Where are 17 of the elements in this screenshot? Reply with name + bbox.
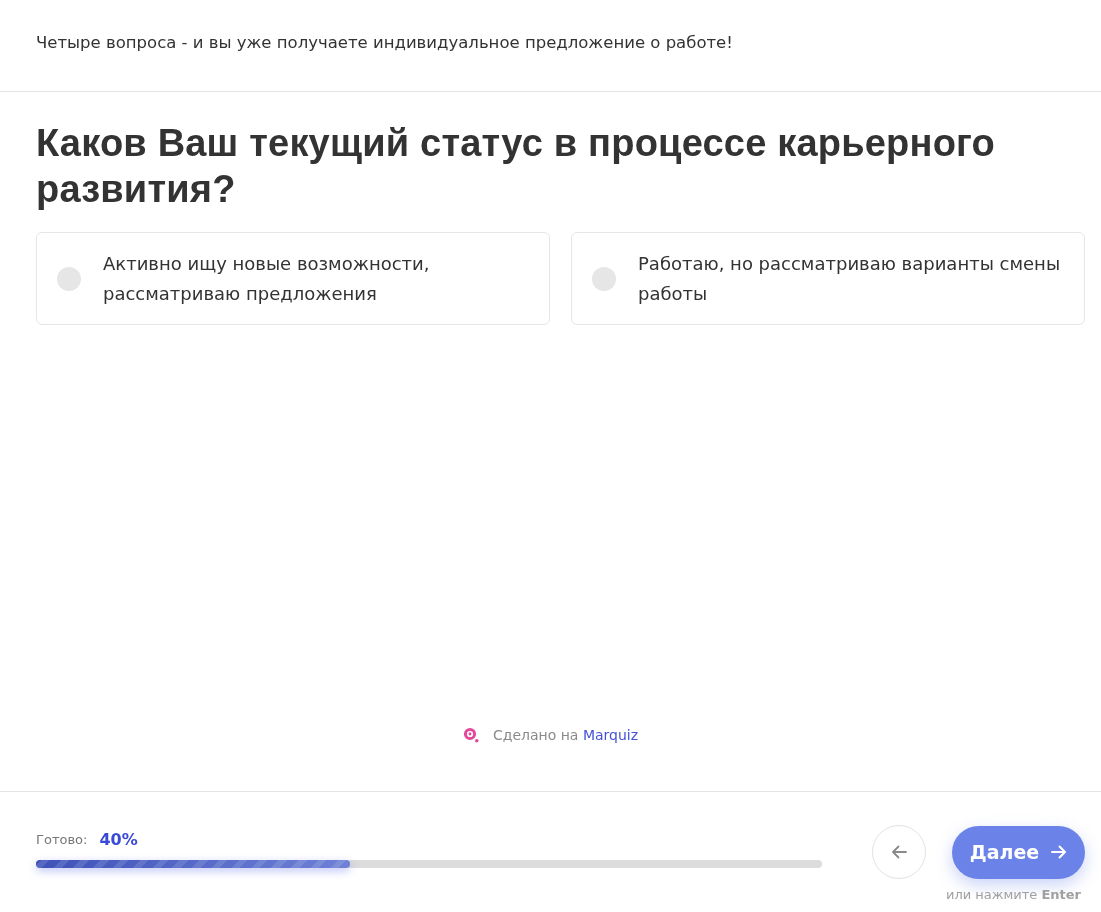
intro-text: Четыре вопроса - и вы уже получаете индивидуальное предложение о работе! (36, 31, 733, 54)
option-text: Активно ищу новые возможности, рассматриваю предложения (103, 251, 431, 306)
enter-hint: или нажмите Enter (945, 887, 1082, 902)
logo-icon (462, 727, 479, 743)
marquiz-link[interactable]: Marquiz (582, 727, 639, 743)
question-title: Каков Ваш текущий статус в процессе карьерного развития? (36, 121, 996, 212)
radio-icon[interactable] (57, 266, 81, 291)
made-with-text: Сделано на Marquiz (492, 726, 639, 744)
back-button[interactable] (872, 825, 926, 879)
arrow-right-icon (1051, 845, 1068, 859)
option-text: Работаю, но рассматриваю варианты смены работы (638, 251, 1062, 306)
radio-icon[interactable] (592, 266, 616, 291)
arrow-left-icon (891, 845, 907, 859)
answer-option[interactable]: Работаю, но рассматриваю варианты смены работы (571, 232, 1085, 325)
progress-label: Готово: (36, 831, 88, 847)
answer-option[interactable]: Активно ищу новые возможности, рассматриваю предложения (36, 232, 550, 325)
progress-value: 40% (99, 829, 138, 849)
